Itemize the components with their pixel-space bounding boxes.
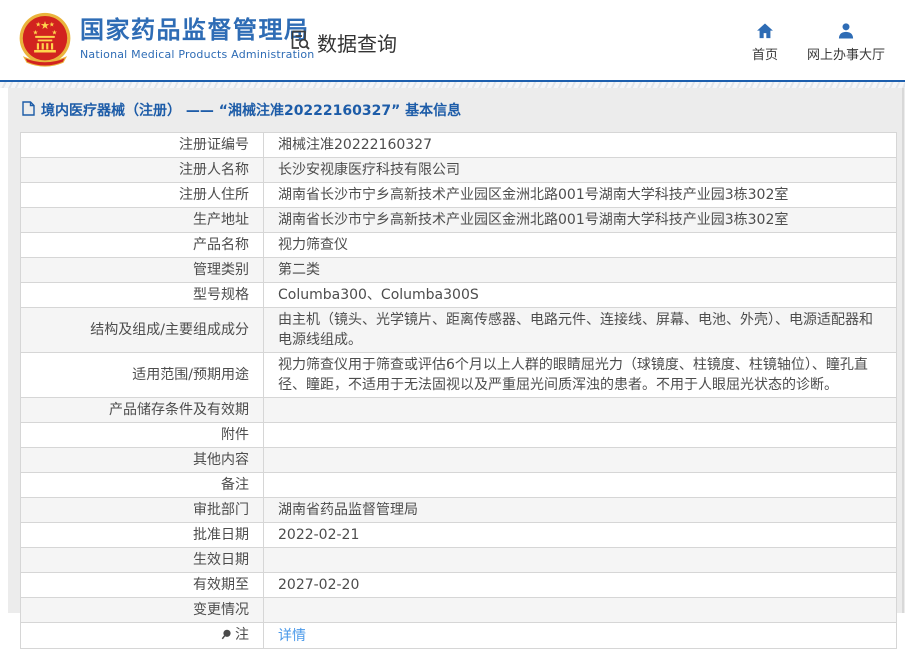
row-value: 第二类	[264, 258, 897, 283]
row-value	[264, 398, 897, 423]
data-query-section[interactable]: 数据查询	[288, 28, 397, 57]
row-label: 生效日期	[21, 548, 264, 573]
row-label: 注册证编号	[21, 133, 264, 158]
row-label: 产品储存条件及有效期	[21, 398, 264, 423]
org-title-block: 国家药品监督管理局 National Medical Products Admi…	[80, 15, 314, 61]
row-value: 详情	[264, 623, 897, 649]
row-label: 其他内容	[21, 448, 264, 473]
row-value: 湖南省药品监督管理局	[264, 498, 897, 523]
table-row: 适用范围/预期用途视力筛查仪用于筛查或评估6个月以上人群的眼睛屈光力（球镜度、柱…	[21, 353, 897, 398]
row-value: Columba300、Columba300S	[264, 283, 897, 308]
info-table: 注册证编号湘械注准20222160327注册人名称长沙安视康医疗科技有限公司注册…	[20, 132, 897, 649]
breadcrumb: 境内医疗器械（注册） —— “湘械注准20222160327” 基本信息	[22, 101, 897, 122]
row-label: 变更情况	[21, 598, 264, 623]
row-label: 附件	[21, 423, 264, 448]
table-row: 管理类别第二类	[21, 258, 897, 283]
site-header: ★ ★ ★ ★ ★ 国家药品监督管理局 National Medical Pro…	[0, 0, 905, 80]
row-value	[264, 548, 897, 573]
note-icon	[221, 626, 232, 646]
table-row: 结构及组成/主要组成成分由主机（镜头、光学镜片、距离传感器、电路元件、连接线、屏…	[21, 308, 897, 353]
table-row: 生产地址湖南省长沙市宁乡高新技术产业园区金洲北路001号湖南大学科技产业园3栋3…	[21, 208, 897, 233]
table-row: 产品名称视力筛查仪	[21, 233, 897, 258]
table-row: 产品储存条件及有效期	[21, 398, 897, 423]
org-subtitle: National Medical Products Administration	[80, 48, 314, 61]
page: ★ ★ ★ ★ ★ 国家药品监督管理局 National Medical Pro…	[0, 0, 905, 613]
row-value	[264, 598, 897, 623]
table-row: 注册人住所湖南省长沙市宁乡高新技术产业园区金洲北路001号湖南大学科技产业园3栋…	[21, 183, 897, 208]
data-query-label: 数据查询	[317, 28, 397, 57]
row-label: 备注	[21, 473, 264, 498]
row-value: 视力筛查仪	[264, 233, 897, 258]
person-icon	[798, 21, 894, 41]
document-icon	[22, 101, 35, 122]
content-panel: 境内医疗器械（注册） —— “湘械注准20222160327” 基本信息 注册证…	[8, 88, 905, 613]
row-value: 视力筛查仪用于筛查或评估6个月以上人群的眼睛屈光力（球镜度、柱镜度、柱镜轴位）、…	[264, 353, 897, 398]
row-label: 生产地址	[21, 208, 264, 233]
row-value: 2022-02-21	[264, 523, 897, 548]
row-label: 批准日期	[21, 523, 264, 548]
details-link[interactable]: 详情	[278, 628, 306, 644]
row-label: 型号规格	[21, 283, 264, 308]
table-row: 其他内容	[21, 448, 897, 473]
row-label: 注册人名称	[21, 158, 264, 183]
row-value: 湖南省长沙市宁乡高新技术产业园区金洲北路001号湖南大学科技产业园3栋302室	[264, 183, 897, 208]
row-value: 2027-02-20	[264, 573, 897, 598]
table-row: 有效期至2027-02-20	[21, 573, 897, 598]
nav-home[interactable]: 首页	[740, 21, 790, 64]
row-value: 由主机（镜头、光学镜片、距离传感器、电路元件、连接线、屏幕、电池、外壳）、电源适…	[264, 308, 897, 353]
row-value	[264, 423, 897, 448]
svg-text:★: ★	[49, 21, 55, 28]
nav-home-label: 首页	[752, 48, 778, 63]
row-value: 湘械注准20222160327	[264, 133, 897, 158]
table-row: 注册人名称长沙安视康医疗科技有限公司	[21, 158, 897, 183]
svg-text:★: ★	[33, 30, 39, 37]
row-value	[264, 448, 897, 473]
table-row: 变更情况	[21, 598, 897, 623]
row-label: 结构及组成/主要组成成分	[21, 308, 264, 353]
doc-search-icon	[288, 28, 312, 57]
row-label: 管理类别	[21, 258, 264, 283]
row-label: 产品名称	[21, 233, 264, 258]
home-icon	[740, 21, 790, 41]
nav-online-hall[interactable]: 网上办事大厅	[798, 21, 894, 64]
row-label: 审批部门	[21, 498, 264, 523]
breadcrumb-text: 境内医疗器械（注册） —— “湘械注准20222160327” 基本信息	[41, 102, 461, 121]
row-value: 湖南省长沙市宁乡高新技术产业园区金洲北路001号湖南大学科技产业园3栋302室	[264, 208, 897, 233]
table-row: 审批部门湖南省药品监督管理局	[21, 498, 897, 523]
table-row: 备注	[21, 473, 897, 498]
table-row: 注册证编号湘械注准20222160327	[21, 133, 897, 158]
table-row: 注详情	[21, 623, 897, 649]
table-row: 型号规格Columba300、Columba300S	[21, 283, 897, 308]
row-value	[264, 473, 897, 498]
table-row: 批准日期2022-02-21	[21, 523, 897, 548]
row-value: 长沙安视康医疗科技有限公司	[264, 158, 897, 183]
row-label: 有效期至	[21, 573, 264, 598]
svg-text:★: ★	[52, 30, 58, 37]
row-label: 注册人住所	[21, 183, 264, 208]
org-title: 国家药品监督管理局	[80, 15, 314, 45]
row-label: 注	[21, 623, 264, 649]
national-emblem-logo: ★ ★ ★ ★ ★	[16, 11, 74, 69]
row-label: 适用范围/预期用途	[21, 353, 264, 398]
table-row: 生效日期	[21, 548, 897, 573]
nav-hall-label: 网上办事大厅	[807, 48, 885, 63]
svg-text:★: ★	[35, 21, 41, 28]
table-row: 附件	[21, 423, 897, 448]
